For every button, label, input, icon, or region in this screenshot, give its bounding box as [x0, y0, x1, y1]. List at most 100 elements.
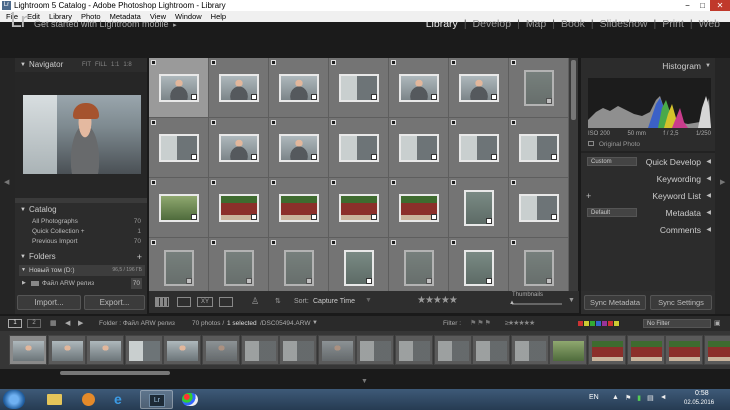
metadata-preset-dropdown[interactable]: Default — [587, 208, 637, 217]
volume-row[interactable]: ▼ Новый том (D:) 96,5 / 196 ГБ — [19, 265, 145, 276]
zoom-fill[interactable]: FILL — [95, 58, 107, 72]
pick-flag-icon[interactable] — [391, 60, 396, 65]
original-photo-toggle[interactable]: Original Photo — [588, 141, 640, 148]
filmstrip-scrollbar[interactable] — [60, 371, 170, 375]
clock-time[interactable]: 0:58 — [695, 390, 709, 397]
module-library[interactable]: Library — [426, 18, 458, 30]
scrollbar-thumb[interactable] — [571, 60, 576, 120]
photo-thumbnail[interactable] — [464, 250, 494, 286]
painter-spray-icon[interactable]: ♙ — [251, 296, 259, 307]
taskbar-media-player[interactable] — [72, 390, 105, 409]
filmstrip-thumbnail[interactable] — [703, 335, 730, 365]
rating-stars[interactable]: ★★★★★ — [417, 295, 458, 306]
filmstrip-thumbnail[interactable] — [47, 335, 86, 365]
catalog-item-all-photographs[interactable]: All Photographs 70 — [15, 217, 147, 227]
filmstrip-thumbnail[interactable] — [433, 335, 472, 365]
zoom-1-1[interactable]: 1:1 — [111, 58, 119, 72]
module-map[interactable]: Map — [526, 18, 546, 30]
grid-cell[interactable] — [449, 118, 509, 178]
grid-cell[interactable] — [449, 238, 509, 291]
histogram-graph[interactable] — [588, 78, 711, 128]
grid-cell[interactable] — [449, 58, 509, 118]
photo-thumbnail[interactable] — [404, 250, 434, 286]
pick-flag-icon[interactable] — [211, 240, 216, 245]
navigator-preview-image[interactable] — [23, 95, 141, 174]
thumbnail-grid[interactable] — [149, 58, 569, 291]
grid-scrollbar[interactable] — [569, 58, 578, 291]
grid-cell[interactable] — [329, 178, 389, 238]
collapse-left-icon[interactable]: ◀ — [4, 178, 9, 186]
network-icon[interactable]: ▤ — [647, 394, 654, 404]
mobile-promo-link[interactable]: Get started with Lightroom mobile ▸ — [34, 19, 177, 29]
pick-flag-icon[interactable] — [451, 120, 456, 125]
filmstrip-folder-label[interactable]: Folder : Файл ARW релиз — [99, 316, 175, 331]
filter-preset-dropdown[interactable]: No Filter — [643, 319, 711, 328]
grid-cell[interactable] — [209, 58, 269, 118]
survey-view-icon[interactable] — [219, 297, 233, 307]
pick-flag-icon[interactable] — [451, 240, 456, 245]
filmstrip-thumbnail[interactable] — [279, 335, 318, 365]
pick-flag-icon[interactable] — [451, 60, 456, 65]
pick-flag-icon[interactable] — [151, 60, 156, 65]
back-arrow-icon[interactable]: ◀ — [65, 316, 70, 331]
grid-cell[interactable] — [329, 58, 389, 118]
grid-cell[interactable] — [209, 238, 269, 291]
add-folder-icon[interactable]: + — [137, 251, 142, 263]
start-button[interactable] — [3, 390, 25, 409]
keyword-list-header[interactable]: + Keyword List ◀ — [581, 189, 715, 203]
filmstrip-thumbnail[interactable] — [356, 335, 395, 365]
maximize-button[interactable]: □ — [695, 0, 710, 11]
filmstrip-thumbnail[interactable] — [395, 335, 433, 365]
photo-thumbnail[interactable] — [339, 134, 379, 162]
photo-thumbnail[interactable] — [399, 194, 439, 222]
photo-thumbnail[interactable] — [159, 134, 199, 162]
photo-thumbnail[interactable] — [344, 250, 374, 286]
filmstrip-thumbnail[interactable] — [124, 335, 163, 365]
grid-cell[interactable] — [509, 178, 569, 238]
pick-flag-icon[interactable] — [451, 180, 456, 185]
grid-cell[interactable] — [449, 178, 509, 238]
filmstrip-thumbnail[interactable] — [626, 335, 665, 365]
flag-icon[interactable]: ⚑ — [625, 394, 631, 404]
grid-cell[interactable] — [389, 178, 449, 238]
folder-row[interactable]: ▶ Файл ARW релиз 70 — [19, 278, 145, 289]
star-filter[interactable]: ≥★★★★★ — [505, 316, 535, 331]
filter-lock-icon[interactable]: ▣ — [714, 316, 721, 331]
photo-thumbnail[interactable] — [159, 194, 199, 222]
grid-view-icon[interactable] — [155, 297, 169, 307]
photo-thumbnail[interactable] — [279, 74, 319, 102]
pick-flag-icon[interactable] — [331, 60, 336, 65]
loupe-view-icon[interactable] — [177, 297, 191, 307]
forward-arrow-icon[interactable]: ▶ — [78, 316, 83, 331]
taskbar-paint[interactable] — [174, 390, 207, 409]
taskbar-explorer[interactable] — [38, 390, 71, 409]
thumbnail-size-slider[interactable]: ▲ — [509, 300, 562, 306]
grid-cell[interactable] — [389, 238, 449, 291]
photo-thumbnail[interactable] — [284, 250, 314, 286]
photo-thumbnail[interactable] — [464, 190, 494, 226]
import-button[interactable]: Import... — [17, 295, 81, 310]
grid-cell[interactable] — [269, 118, 329, 178]
grid-cell[interactable] — [149, 238, 209, 291]
filmstrip-thumbnail[interactable] — [472, 335, 511, 365]
filmstrip-thumbnail[interactable] — [202, 335, 240, 365]
photo-thumbnail[interactable] — [459, 74, 499, 102]
filmstrip-thumbnail[interactable] — [163, 335, 202, 365]
pick-flag-icon[interactable] — [151, 180, 156, 185]
saved-preset-dropdown[interactable]: Custom — [587, 157, 637, 166]
battery-icon[interactable]: ▮ — [637, 394, 641, 404]
tray-arrow-icon[interactable]: ▲ — [612, 394, 619, 404]
photo-thumbnail[interactable] — [219, 194, 259, 222]
pick-flag-icon[interactable] — [511, 60, 516, 65]
module-web[interactable]: Web — [699, 18, 720, 30]
pick-flag-icon[interactable] — [511, 180, 516, 185]
menu-window[interactable]: Window — [175, 11, 202, 22]
sync-settings-button[interactable]: Sync Settings — [650, 295, 712, 310]
dropdown-arrow-icon[interactable]: ▼ — [312, 316, 318, 331]
minimize-button[interactable]: − — [680, 0, 695, 11]
module-print[interactable]: Print — [662, 18, 684, 30]
filmstrip-thumbnail[interactable] — [665, 335, 704, 365]
photo-thumbnail[interactable] — [224, 250, 254, 286]
sync-metadata-button[interactable]: Sync Metadata — [584, 295, 646, 310]
grid-cell[interactable] — [149, 178, 209, 238]
